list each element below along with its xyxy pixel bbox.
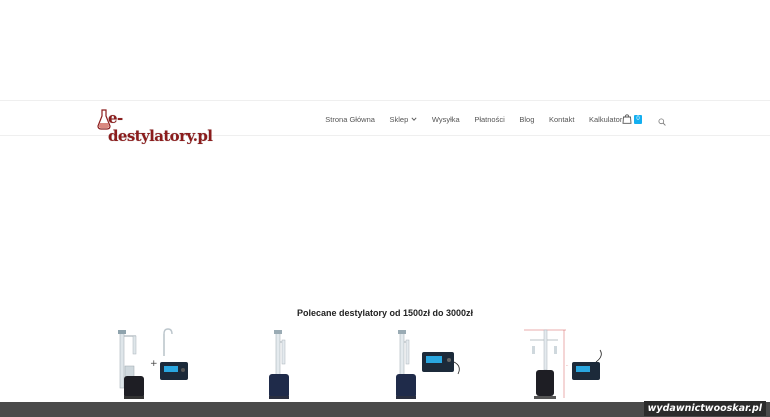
nav-home[interactable]: Strona Główna (318, 115, 382, 124)
nav-calculator-label: Kalkulator (589, 114, 623, 124)
product-card[interactable] (392, 326, 482, 406)
nav-shipping[interactable]: Wysyłka (425, 115, 467, 124)
nav-home-label: Strona Główna (325, 114, 375, 124)
svg-text:--: -- (566, 363, 568, 367)
search-button[interactable] (658, 113, 670, 126)
main-nav: Strona Główna Sklep Wysyłka Płatności Bl… (318, 101, 630, 137)
product-image (396, 330, 460, 399)
site-logo[interactable]: e-destylatory.pl (96, 108, 213, 145)
nav-contact[interactable]: Kontakt (542, 115, 582, 124)
shopping-bag-icon (622, 114, 632, 124)
nav-payments-label: Płatności (474, 114, 505, 124)
site-header: e-destylatory.pl Strona Główna Sklep Wys… (0, 100, 770, 145)
watermark-text: wydawnictwooskar.pl (643, 401, 766, 416)
product-card[interactable]: -- (520, 326, 610, 406)
nav-blog[interactable]: Blog (512, 115, 542, 124)
nav-shipping-label: Wysyłka (431, 114, 460, 124)
chevron-down-icon (411, 117, 417, 121)
cart-count-badge: 0 (634, 114, 642, 124)
top-blank-area (0, 0, 770, 100)
nav-blog-label: Blog (519, 114, 535, 124)
product-image: -- (524, 329, 602, 399)
search-icon (658, 118, 666, 126)
product-card[interactable] (252, 326, 342, 406)
nav-shop[interactable]: Sklep (382, 115, 424, 124)
cart-button[interactable]: 0 (622, 111, 648, 127)
product-image (269, 330, 289, 399)
product-image: + (118, 328, 188, 399)
section-title: Polecane destylatory od 1500zł do 3000zł (296, 308, 474, 318)
nav-contact-label: Kontakt (548, 114, 575, 124)
product-card[interactable]: + (112, 326, 202, 406)
logo-text: e-destylatory.pl (108, 109, 213, 145)
svg-text:+: + (150, 359, 158, 369)
nav-shop-label: Sklep (389, 114, 409, 124)
product-grid: + -- (112, 326, 672, 406)
nav-payments[interactable]: Płatności (467, 115, 512, 124)
